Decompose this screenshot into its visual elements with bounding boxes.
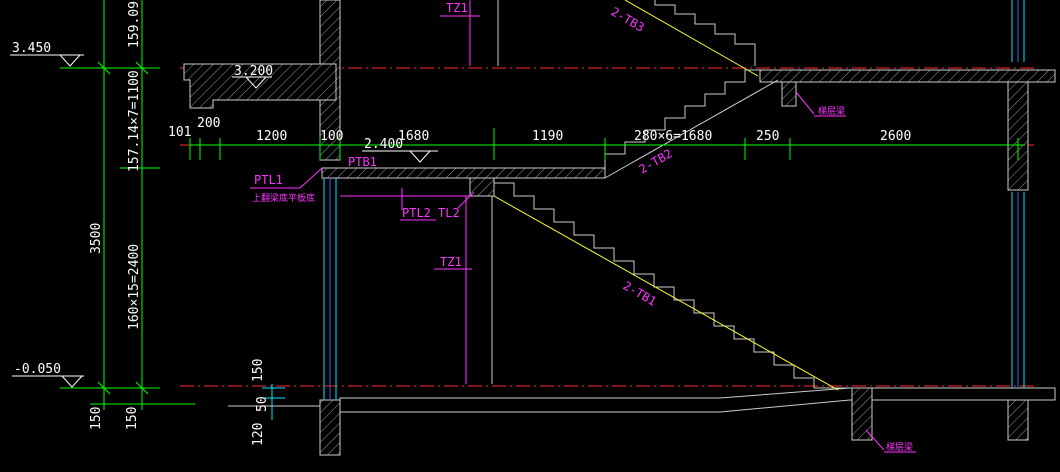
label-beam-note-top: 梯层梁 bbox=[818, 105, 845, 117]
dim-200: 200 bbox=[197, 116, 220, 131]
stair-flight-tb1-soffit bbox=[493, 195, 839, 391]
label-ptl1-note: 上翻梁底平板底 bbox=[252, 192, 315, 204]
dim-upper-steps: 157.14×7=1100 bbox=[127, 70, 142, 172]
label-ptl1-leader bbox=[299, 167, 323, 189]
elevation-top: 3.450 bbox=[12, 41, 51, 56]
label-beam-note-bottom: 梯层梁 bbox=[886, 441, 913, 453]
dim-1200: 1200 bbox=[256, 129, 287, 144]
dim-right-small-bottom: 120 bbox=[251, 423, 266, 446]
dim-total: 3500 bbox=[89, 223, 104, 254]
ground-slab bbox=[339, 387, 1056, 413]
label-beam-note-top-leader bbox=[795, 91, 815, 115]
upper-beam bbox=[781, 81, 797, 107]
label-tb2: 2-TB2 bbox=[637, 146, 675, 176]
elevation-marks bbox=[10, 54, 438, 388]
left-wall-lower bbox=[319, 399, 341, 456]
dim-tick-marks bbox=[97, 61, 1019, 395]
dim-1680: 1680 bbox=[398, 129, 429, 144]
stair-flight-tb3-steps bbox=[654, 0, 756, 66]
mid-landing-slab bbox=[321, 167, 606, 179]
columns bbox=[323, 0, 1025, 400]
label-tz1-top: TZ1 bbox=[446, 1, 468, 15]
stair-flight-tb3-soffit bbox=[624, 0, 759, 77]
label-ptl2: PTL2 bbox=[402, 206, 431, 220]
ground-beam bbox=[851, 387, 873, 441]
dim-left-bottom-b: 150 bbox=[125, 407, 140, 430]
dim-left-bottom-a: 150 bbox=[89, 407, 104, 430]
dim-2600: 2600 bbox=[880, 129, 911, 144]
stair-flights bbox=[493, 0, 852, 391]
dim-1190: 1190 bbox=[532, 129, 563, 144]
label-tb1: 2-TB1 bbox=[621, 278, 659, 308]
axis-lines bbox=[180, 67, 1035, 387]
dim-lower-steps: 160×15=2400 bbox=[127, 244, 142, 330]
label-tz1-mid: TZ1 bbox=[440, 255, 462, 269]
dim-right-small-top: 150 bbox=[251, 359, 266, 382]
upper-floor-slab bbox=[759, 69, 1056, 83]
right-column bbox=[1007, 81, 1029, 191]
stair-flight-tb1-steps bbox=[494, 182, 852, 389]
elevation-triangle-minus0050 bbox=[61, 375, 83, 388]
dim-101: 101 bbox=[168, 125, 191, 140]
label-tl2: TL2 bbox=[438, 206, 460, 220]
dim-upper-total: 159.09 bbox=[127, 1, 142, 48]
dim-100: 100 bbox=[320, 129, 343, 144]
dim-right-small-mid: 50 bbox=[255, 396, 270, 412]
dim-run: 280×6=1680 bbox=[634, 129, 712, 144]
beam-tl2 bbox=[469, 177, 495, 197]
elevation-triangle-2400 bbox=[409, 150, 431, 163]
label-ptl1: PTL1 bbox=[254, 173, 283, 187]
small-dim-lines bbox=[228, 384, 320, 420]
dim-250: 250 bbox=[756, 129, 779, 144]
elevation-landing: 3.200 bbox=[234, 64, 273, 79]
dimension-lines bbox=[60, 0, 1025, 410]
stair-flight-tb2-steps bbox=[604, 69, 760, 168]
label-ptb1: PTB1 bbox=[348, 155, 377, 169]
stair-section-drawing: 3.450 3.200 2.400 -0.050 159.09 157.14×7… bbox=[10, 0, 1056, 456]
elevation-bottom: -0.050 bbox=[14, 362, 61, 377]
elevation-triangle-3450 bbox=[59, 54, 81, 67]
